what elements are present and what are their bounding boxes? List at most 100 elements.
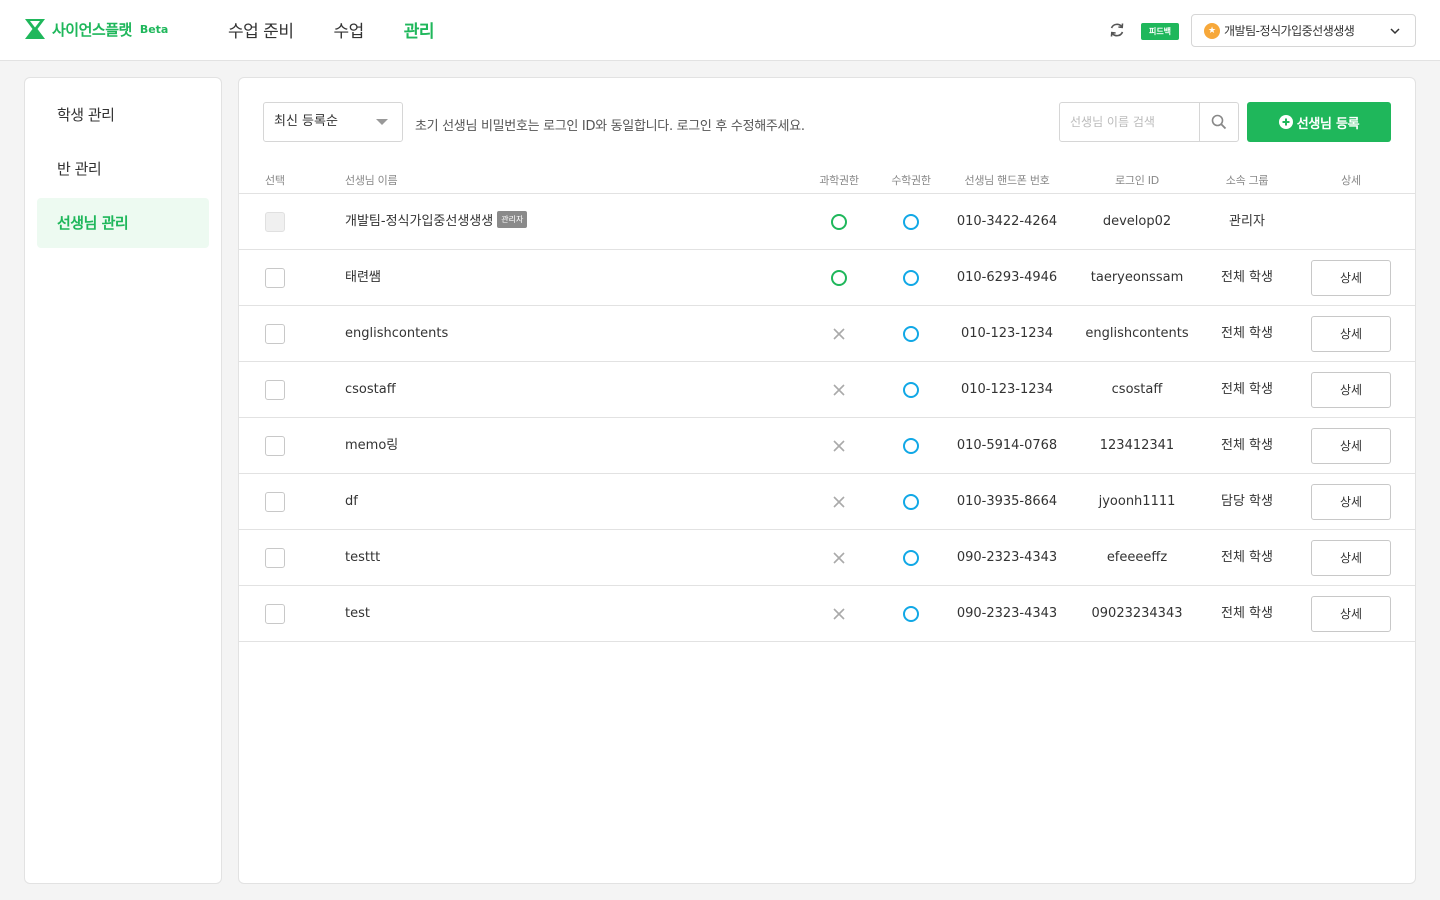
- row-checkbox[interactable]: [265, 380, 285, 400]
- math-permission-circle-icon: [903, 382, 919, 398]
- teacher-name-cell: test: [345, 586, 370, 641]
- phone-cell: 090-2323-4343: [956, 550, 1058, 565]
- science-permission-x-icon: [833, 440, 845, 452]
- row-checkbox[interactable]: [265, 436, 285, 456]
- search-input[interactable]: [1060, 103, 1199, 141]
- science-permission-x-icon: [833, 608, 845, 620]
- teacher-name-cell: englishcontents: [345, 306, 448, 361]
- teacher-name-cell: 개발팀-정식가입중선생생생 관리자: [345, 194, 528, 249]
- detail-button[interactable]: 상세: [1311, 428, 1391, 464]
- phone-cell: 010-123-1234: [960, 382, 1054, 397]
- password-notice: 초기 선생님 비밀번호는 로그인 ID와 동일합니다. 로그인 후 수정해주세요…: [415, 119, 805, 134]
- header-login: 로그인 ID: [1115, 174, 1159, 187]
- group-cell: 전체 학생: [1221, 438, 1273, 453]
- nav-item-class-prep[interactable]: 수업 준비: [228, 17, 294, 42]
- phone-cell: 010-6293-4946: [956, 270, 1058, 285]
- detail-button[interactable]: 상세: [1311, 596, 1391, 632]
- login-id-cell: 09023234343: [1091, 606, 1183, 621]
- phone-cell: 010-5914-0768: [956, 438, 1058, 453]
- teacher-name: testtt: [345, 550, 381, 565]
- detail-button[interactable]: 상세: [1311, 540, 1391, 576]
- teacher-name: csostaff: [345, 382, 396, 397]
- group-cell: 전체 학생: [1221, 606, 1273, 621]
- teacher-name: 개발팀-정식가입중선생생생: [345, 214, 494, 229]
- login-id-cell: csostaff: [1111, 382, 1163, 397]
- sidebar-item-classes[interactable]: 반 관리: [37, 144, 209, 194]
- science-permission-x-icon: [833, 384, 845, 396]
- add-teacher-button[interactable]: 선생님 등록: [1247, 102, 1391, 142]
- detail-button[interactable]: 상세: [1311, 316, 1391, 352]
- math-permission-circle-icon: [903, 438, 919, 454]
- sidebar-item-students[interactable]: 학생 관리: [37, 90, 209, 140]
- header-science: 과학권한: [819, 174, 859, 187]
- table-row: 개발팀-정식가입중선생생생 관리자 010-3422-4264 develop02 관리…: [239, 194, 1415, 250]
- header-group: 소속 그룹: [1225, 174, 1269, 187]
- row-checkbox[interactable]: [265, 492, 285, 512]
- nav-item-class[interactable]: 수업: [333, 17, 364, 42]
- table-row: testtt 090-2323-4343 efeeeeffz 전체 학생 상세: [239, 530, 1415, 586]
- group-cell: 담당 학생: [1221, 494, 1273, 509]
- user-name: 개발팀-정식가입중선생생생: [1224, 24, 1355, 38]
- row-checkbox[interactable]: [265, 268, 285, 288]
- science-permission-x-icon: [833, 328, 845, 340]
- user-dropdown[interactable]: ★ 개발팀-정식가입중선생생생: [1191, 14, 1416, 47]
- teacher-name: englishcontents: [345, 326, 449, 341]
- header-phone: 선생님 핸드폰 번호: [964, 174, 1050, 187]
- search-box: [1059, 102, 1239, 142]
- sort-select[interactable]: 최신 등록순: [263, 102, 403, 142]
- sort-value: 최신 등록순: [274, 114, 338, 129]
- teacher-name-cell: 태련쌤: [345, 250, 381, 305]
- phone-cell: 010-3422-4264: [956, 214, 1058, 229]
- feedback-button[interactable]: 피드백: [1141, 23, 1179, 40]
- main-nav: 수업 준비 수업 관리: [228, 17, 474, 42]
- top-header: 사이언스플랫 Beta 수업 준비 수업 관리 피드백 ★ 개발팀-정식가입중선…: [0, 0, 1440, 61]
- science-permission-x-icon: [833, 496, 845, 508]
- phone-cell: 010-123-1234: [960, 326, 1054, 341]
- teacher-name: memo링: [345, 438, 399, 453]
- detail-button[interactable]: 상세: [1311, 260, 1391, 296]
- login-id-cell: jyoonh1111: [1098, 494, 1176, 509]
- teacher-name-cell: testtt: [345, 530, 380, 585]
- caret-down-icon: [376, 119, 388, 125]
- table-row: englishcontents 010-123-1234 englishconten…: [239, 306, 1415, 362]
- admin-badge: 관리자: [497, 211, 528, 228]
- phone-cell: 090-2323-4343: [956, 606, 1058, 621]
- detail-button[interactable]: 상세: [1311, 372, 1391, 408]
- group-cell: 전체 학생: [1221, 326, 1273, 341]
- table-row: test 090-2323-4343 09023234343 전체 학생 상세: [239, 586, 1415, 642]
- teacher-name-cell: df: [345, 474, 358, 529]
- header-detail: 상세: [1341, 174, 1361, 187]
- teacher-name: df: [345, 494, 358, 509]
- search-icon: [1211, 114, 1227, 130]
- logo-mark-icon: [25, 19, 45, 39]
- group-cell: 전체 학생: [1221, 382, 1273, 397]
- teacher-name-cell: csostaff: [345, 362, 396, 417]
- table-header: 선택 선생님 이름 과학권한 수학권한 선생님 핸드폰 번호 로그인 ID 소속…: [239, 166, 1415, 194]
- math-permission-circle-icon: [903, 550, 919, 566]
- login-id-cell: efeeeeffz: [1106, 550, 1168, 565]
- header-name: 선생님 이름: [345, 174, 398, 187]
- table-row: df 010-3935-8664 jyoonh1111 담당 학생 상세: [239, 474, 1415, 530]
- search-button[interactable]: [1199, 103, 1238, 141]
- login-id-cell: englishcontents: [1085, 326, 1189, 341]
- teacher-name: 태련쌤: [345, 270, 381, 285]
- sidebar-item-teachers[interactable]: 선생님 관리: [37, 198, 209, 248]
- row-checkbox: [265, 212, 285, 232]
- table-row: 태련쌤 010-6293-4946 taeryeonssam 전체 학생 상세: [239, 250, 1415, 306]
- group-cell: 전체 학생: [1221, 270, 1273, 285]
- login-id-cell: 123412341: [1099, 438, 1175, 453]
- detail-button[interactable]: 상세: [1311, 484, 1391, 520]
- row-checkbox[interactable]: [265, 604, 285, 624]
- row-checkbox[interactable]: [265, 548, 285, 568]
- user-badge-icon: ★: [1204, 22, 1220, 39]
- row-checkbox[interactable]: [265, 324, 285, 344]
- login-id-cell: taeryeonssam: [1090, 270, 1184, 285]
- refresh-icon[interactable]: [1107, 20, 1127, 40]
- nav-item-manage[interactable]: 관리: [404, 17, 435, 42]
- teacher-name-cell: memo링: [345, 418, 398, 473]
- group-cell: 전체 학생: [1221, 550, 1273, 565]
- app-logo[interactable]: 사이언스플랫 Beta: [24, 18, 168, 40]
- header-select: 선택: [265, 174, 285, 187]
- plus-circle-icon: [1278, 115, 1293, 129]
- header-math: 수학권한: [891, 174, 931, 187]
